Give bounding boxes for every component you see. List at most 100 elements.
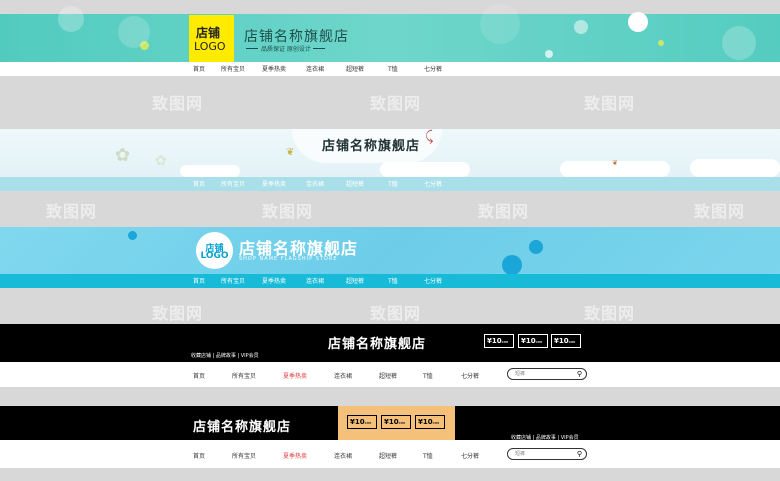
- nav-item-all[interactable]: 所有宝贝: [221, 179, 245, 188]
- divider: [313, 48, 325, 49]
- coupon-badge[interactable]: ¥10RMB: [415, 415, 445, 429]
- banner-black-1: 店铺名称旗舰店 收藏店铺 | 品牌故事 | VIP会员 ¥10RMB ¥10RM…: [0, 324, 780, 362]
- nav-item-dress[interactable]: 连衣裙: [306, 276, 324, 285]
- nav-item-tshirt[interactable]: T恤: [388, 64, 398, 73]
- search-placeholder: 短裤: [515, 371, 526, 377]
- store-logo[interactable]: 店铺 LOGO: [196, 232, 233, 269]
- coupon-value: 10: [525, 337, 536, 345]
- coupon-badge[interactable]: ¥10RMB: [347, 415, 377, 429]
- store-subtitle: SHOP NAME FLAGSHIP STORE: [239, 256, 338, 262]
- nav-item-capris[interactable]: 七分裤: [461, 371, 479, 380]
- nav-item-home[interactable]: 首页: [193, 276, 205, 285]
- nav-item-tshirt[interactable]: T恤: [388, 179, 398, 188]
- decor-circle: [545, 50, 553, 58]
- watermark: 致图网: [478, 202, 530, 221]
- decor-circle: [574, 20, 588, 34]
- nav-item-shorts[interactable]: 超短裤: [346, 64, 364, 73]
- nav-item-dress[interactable]: 连衣裙: [334, 451, 352, 460]
- butterfly-icon: ❦: [612, 159, 618, 167]
- coupon-value: 10: [558, 337, 569, 345]
- nav-item-capris[interactable]: 七分裤: [424, 276, 442, 285]
- search-icon[interactable]: ⚲: [577, 450, 582, 458]
- nav-item-home[interactable]: 首页: [193, 179, 205, 188]
- nav-item-summer[interactable]: 夏季热卖: [262, 64, 286, 73]
- search-placeholder: 短裤: [515, 451, 526, 457]
- nav-item-tshirt[interactable]: T恤: [423, 451, 433, 460]
- nav-item-dress[interactable]: 连衣裙: [334, 371, 352, 380]
- nav-bar-3: 首页 所有宝贝 夏季热卖 连衣裙 超短裤 T恤 七分裤: [0, 274, 780, 288]
- nav-item-dress[interactable]: 连衣裙: [306, 64, 324, 73]
- decor-bubble: [529, 240, 543, 254]
- butterfly-icon: ❦: [286, 147, 295, 158]
- coupon-unit: RMB: [501, 340, 509, 344]
- nav-bar-5: 首页 所有宝贝 夏季热卖 连衣裙 超短裤 T恤 七分裤 短裤 ⚲: [0, 440, 780, 468]
- nav-item-all[interactable]: 所有宝贝: [221, 276, 245, 285]
- watermark: 致图网: [46, 202, 98, 221]
- decor-circle: [480, 4, 520, 44]
- search-icon[interactable]: ⚲: [577, 370, 582, 378]
- search-input[interactable]: 短裤 ⚲: [507, 448, 587, 460]
- bird-icon: ⤹: [425, 129, 434, 145]
- nav-item-home[interactable]: 首页: [193, 64, 205, 73]
- logo-line2: LOGO: [200, 251, 229, 261]
- flower-icon: ✿: [115, 145, 131, 166]
- decor-circle: [658, 40, 664, 46]
- search-input[interactable]: 短裤 ⚲: [507, 368, 587, 380]
- divider: [246, 48, 258, 49]
- coupon-unit: RMB: [398, 421, 406, 425]
- watermark: 致图网: [694, 202, 746, 221]
- store-subtitle: 品质保证 原创设计: [261, 46, 311, 53]
- coupon-panel: ¥10RMB ¥10RMB ¥10RMB: [338, 406, 455, 440]
- watermark: 致图网: [152, 94, 204, 113]
- flower-icon: ✿: [155, 153, 167, 169]
- nav-item-home[interactable]: 首页: [193, 371, 205, 380]
- nav-item-summer[interactable]: 夏季热卖: [262, 276, 286, 285]
- banner-teal: 店铺 LOGO 店铺名称旗舰店 品质保证 原创设计: [0, 4, 780, 62]
- coupon-badge[interactable]: ¥10RMB: [551, 334, 581, 348]
- nav-item-capris[interactable]: 七分裤: [424, 64, 442, 73]
- quick-links[interactable]: 收藏店铺 | 品牌故事 | VIP会员: [191, 352, 259, 359]
- watermark: 致图网: [262, 202, 314, 221]
- store-title: 店铺名称旗舰店: [328, 337, 427, 352]
- logo-line1: 店铺: [196, 26, 221, 40]
- logo-line2: LOGO: [194, 40, 226, 53]
- nav-item-summer[interactable]: 夏季热卖: [262, 179, 286, 188]
- decor-cloud: [180, 165, 240, 177]
- nav-item-all[interactable]: 所有宝贝: [232, 451, 256, 460]
- decor-circle: [118, 16, 150, 48]
- nav-item-capris[interactable]: 七分裤: [461, 451, 479, 460]
- nav-bar-4: 首页 所有宝贝 夏季热卖 连衣裙 超短裤 T恤 七分裤 短裤 ⚲: [0, 362, 780, 387]
- nav-item-shorts[interactable]: 超短裤: [379, 371, 397, 380]
- nav-item-tshirt[interactable]: T恤: [423, 371, 433, 380]
- coupon-unit: RMB: [364, 421, 372, 425]
- banner-sky-blue: 店铺 LOGO 店铺名称旗舰店 SHOP NAME FLAGSHIP STORE: [0, 227, 780, 275]
- coupon-value: 10: [491, 337, 502, 345]
- nav-item-home[interactable]: 首页: [193, 451, 205, 460]
- store-logo[interactable]: 店铺 LOGO: [189, 15, 234, 62]
- decor-circle: [722, 26, 756, 60]
- nav-item-all[interactable]: 所有宝贝: [221, 64, 245, 73]
- nav-item-capris[interactable]: 七分裤: [424, 179, 442, 188]
- nav-item-summer[interactable]: 夏季热卖: [283, 451, 307, 460]
- decor-bubble: [502, 255, 522, 275]
- decor-cloud: [690, 159, 780, 177]
- coupon-badge[interactable]: ¥10RMB: [518, 334, 548, 348]
- coupon-badge[interactable]: ¥10RMB: [484, 334, 514, 348]
- coupon-value: 10: [422, 418, 433, 426]
- watermark: 致图网: [584, 304, 636, 323]
- nav-item-tshirt[interactable]: T恤: [388, 276, 398, 285]
- nav-item-shorts[interactable]: 超短裤: [379, 451, 397, 460]
- coupon-unit: RMB: [568, 340, 576, 344]
- nav-item-dress[interactable]: 连衣裙: [306, 179, 324, 188]
- nav-item-summer[interactable]: 夏季热卖: [283, 371, 307, 380]
- banner-sky-light: ❦ ❦ ✿ ✿ ⤹ 店铺名称旗舰店: [0, 129, 780, 177]
- nav-item-all[interactable]: 所有宝贝: [232, 371, 256, 380]
- coupon-badge[interactable]: ¥10RMB: [381, 415, 411, 429]
- nav-item-shorts[interactable]: 超短裤: [346, 276, 364, 285]
- nav-bar-1: 首页 所有宝贝 夏季热卖 连衣裙 超短裤 T恤 七分裤: [0, 62, 780, 76]
- coupon-unit: RMB: [432, 421, 440, 425]
- coupon-value: 10: [354, 418, 365, 426]
- store-title: 店铺名称旗舰店: [322, 139, 421, 154]
- nav-item-shorts[interactable]: 超短裤: [346, 179, 364, 188]
- store-title: 店铺名称旗舰店: [193, 420, 292, 435]
